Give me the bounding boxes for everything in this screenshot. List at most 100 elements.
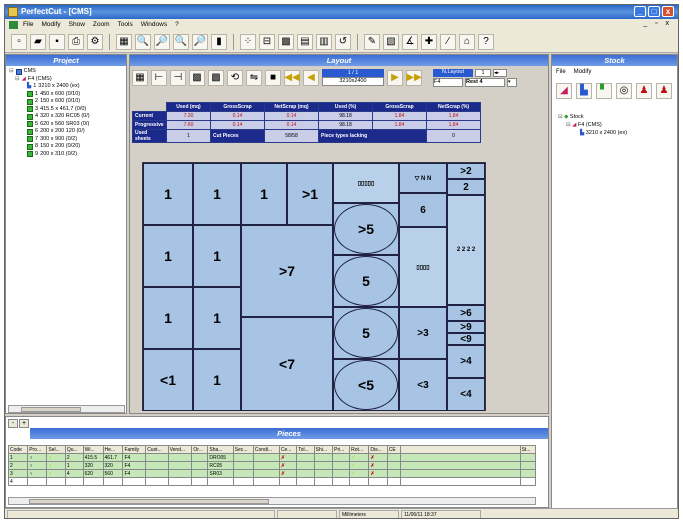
column-header[interactable]: Rot... [349, 445, 370, 454]
n-layout-value[interactable]: 1 [475, 69, 491, 77]
tree-item[interactable]: 3 415.5 x 461.7 (0/0) [9, 106, 125, 114]
column-header[interactable]: Code [7, 445, 29, 454]
layout-piece[interactable]: 1 [193, 287, 241, 349]
cancel-icon[interactable]: ✗ [368, 453, 388, 462]
priority-icon[interactable]: ♀ [27, 469, 48, 478]
code-cell[interactable]: 3 [7, 469, 29, 478]
shape-cell[interactable]: RC05 [207, 461, 234, 470]
column-header[interactable]: Pro... [27, 445, 48, 454]
circle-cell[interactable]: <5 [333, 359, 399, 411]
expand-icon[interactable]: + [19, 419, 29, 428]
settings-icon[interactable]: ⚙ [87, 33, 103, 50]
sheet-icon[interactable]: ▙ [576, 83, 592, 99]
priority-icon[interactable]: ♀ [27, 453, 48, 462]
table-row[interactable]: 3 ♀ ♀ 4 620 560 F4 SR03 ✗ ♀ ✗ [7, 469, 537, 478]
width-cell[interactable]: 415.5 [82, 453, 104, 462]
grid-large-icon[interactable]: ▩ [208, 70, 224, 86]
shape-cell[interactable]: SR03 [207, 469, 234, 478]
height-cell[interactable]: 461.7 [102, 453, 124, 462]
pieces-scrollbar[interactable] [8, 497, 536, 505]
column-header[interactable]: He... [102, 445, 124, 454]
tree-item[interactable]: 5 620 x 560 SR03 (0/) [9, 121, 125, 129]
column-header[interactable]: CE [386, 445, 401, 454]
tree-group[interactable]: ⊟ ◢ F4 (CMS) [9, 76, 125, 84]
column-header[interactable]: Ce... [278, 445, 298, 454]
cancel-icon[interactable]: ✗ [278, 461, 298, 470]
layout-piece[interactable]: 1 [143, 163, 193, 225]
maximize-button[interactable]: □ [648, 6, 660, 17]
mdi-window-controls[interactable]: _ ▫ x [643, 20, 672, 27]
tree-root[interactable]: ⊟ CMS [9, 68, 125, 76]
menu-tools[interactable]: Tools [118, 21, 133, 31]
export-icon[interactable]: ↺ [335, 33, 351, 50]
menu-modify[interactable]: Modify [41, 21, 60, 31]
layout-piece[interactable]: 1 [193, 225, 241, 287]
column-header[interactable]: Condi... [252, 445, 280, 454]
column-header[interactable]: Shi... [313, 445, 334, 454]
menu-zoom[interactable]: Zoom [93, 21, 110, 31]
brush-icon[interactable]: ⁄ [440, 33, 456, 50]
zoom-in-icon[interactable]: 🔍 [135, 33, 151, 50]
qty-cell[interactable]: 4 [64, 469, 84, 478]
code-cell[interactable]: 4 [7, 477, 29, 486]
previous-sheet-icon[interactable]: ◀ [303, 70, 319, 86]
code-cell[interactable]: 1 [7, 453, 29, 462]
pencil-icon[interactable]: ✎ [364, 33, 380, 50]
tree-item[interactable]: 9 200 x 310 (0/2) [9, 151, 125, 159]
layout-piece[interactable]: <4 [447, 378, 485, 411]
stock-tree-group[interactable]: ⊟ ◢ F4 (CMS) [558, 121, 627, 129]
weight-alt-icon[interactable]: ♟ [656, 83, 672, 99]
height-cell[interactable]: 560 [102, 469, 124, 478]
column-header[interactable] [399, 445, 521, 454]
next-sheet-icon[interactable]: ▶ [387, 70, 403, 86]
stock-menu-modify[interactable]: Modify [574, 69, 592, 75]
zoom-area-icon[interactable]: 🔎 [192, 33, 208, 50]
menu-windows[interactable]: Windows [141, 21, 167, 31]
width-cell[interactable]: 620 [82, 469, 104, 478]
machine-icon[interactable]: ⌂ [459, 33, 475, 50]
layout-piece[interactable]: >4 [447, 345, 485, 378]
cut-plan-icon[interactable]: ▩ [278, 33, 294, 50]
rotate-icon[interactable]: ⟲ [227, 70, 243, 86]
code-cell[interactable]: 2 [7, 461, 29, 470]
selected-icon[interactable]: ♀ [46, 453, 66, 462]
layout-view-icon[interactable]: ▦ [132, 70, 148, 86]
column-header[interactable]: Dis... [368, 445, 388, 454]
labels-icon[interactable]: ▥ [316, 33, 332, 50]
last-sheet-icon[interactable]: ▶▶ [406, 70, 422, 86]
layout-icon[interactable]: ⊟ [259, 33, 275, 50]
family-cell[interactable]: F4 [122, 461, 147, 470]
stop-icon[interactable]: ■ [265, 70, 281, 86]
cancel-icon[interactable]: ✗ [278, 469, 298, 478]
layout-piece[interactable]: 1 [143, 287, 193, 349]
rotate-icon[interactable]: ♀ [349, 469, 370, 478]
new-file-icon[interactable]: ▫ [11, 33, 27, 50]
selected-icon[interactable]: ♀ [46, 469, 66, 478]
column-header[interactable]: St... [519, 445, 537, 454]
column-header[interactable]: Sel... [46, 445, 66, 454]
n-layout-spinner[interactable]: ◂▸ [493, 69, 507, 77]
material-icon[interactable]: ◢ [556, 83, 572, 99]
column-header[interactable]: Tol... [296, 445, 315, 454]
height-cell[interactable]: 320 [102, 461, 124, 470]
first-sheet-icon[interactable]: ◀◀ [284, 70, 300, 86]
menu-show[interactable]: Show [69, 21, 85, 31]
grid-icon[interactable]: ▦ [116, 33, 132, 50]
optimize-icon[interactable]: ⁘ [240, 33, 256, 50]
table-row[interactable]: 2 ♀ ♀ 1 320 320 F4 RC05 ✗ ♀ ✗ [7, 461, 537, 470]
circle-cell[interactable]: 5 [333, 307, 399, 359]
layout-piece[interactable]: >3 [399, 307, 447, 359]
edit-icon[interactable]: ▧ [383, 33, 399, 50]
column-header[interactable]: Cust... [145, 445, 169, 454]
grid-small-icon[interactable]: ▩ [189, 70, 205, 86]
cut-list-icon[interactable]: ▤ [297, 33, 313, 50]
family-cell[interactable]: F4 [122, 453, 147, 462]
column-header[interactable]: Pri... [332, 445, 351, 454]
column-header[interactable]: Or... [191, 445, 209, 454]
weight-icon[interactable]: ♟ [636, 83, 652, 99]
open-folder-icon[interactable]: ▰ [30, 33, 46, 50]
flip-icon[interactable]: ⇋ [246, 70, 262, 86]
project-scrollbar[interactable] [8, 405, 125, 413]
cancel-icon[interactable]: ✗ [278, 453, 298, 462]
column-header[interactable]: Qu... [64, 445, 84, 454]
